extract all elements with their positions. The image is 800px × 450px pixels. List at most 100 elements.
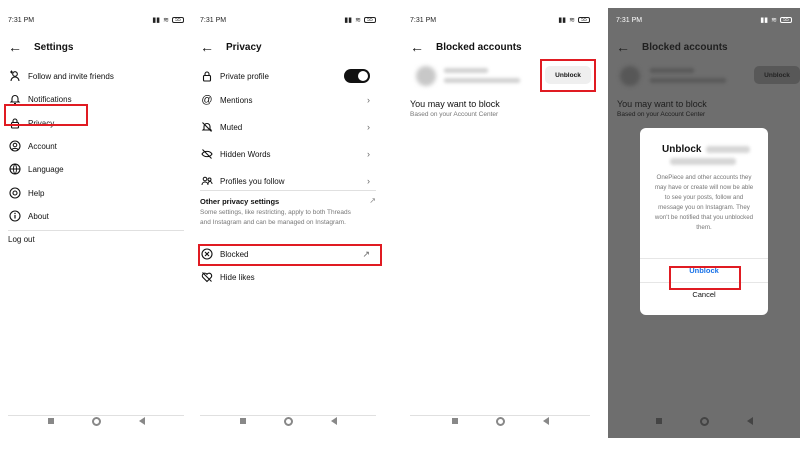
heart-off-icon — [200, 270, 214, 284]
menu-item-hidden-words[interactable]: Hidden Words › — [200, 144, 376, 164]
page-title: Blocked accounts — [642, 41, 728, 53]
home-icon[interactable] — [495, 416, 505, 426]
system-nav-bar — [0, 414, 192, 428]
menu-item-help[interactable]: Help — [8, 183, 184, 203]
status-time: 7:31 PM — [410, 16, 437, 24]
chevron-right-icon: › — [367, 122, 370, 132]
other-privacy-description: Some settings, like restricting, apply t… — [200, 209, 351, 226]
unblock-button[interactable]: Unblock — [754, 66, 800, 84]
signal-icon: ▮▮ — [760, 17, 769, 24]
help-icon — [8, 186, 22, 200]
status-bar: 7:31 PM ▮▮ ≋ 55 — [410, 14, 590, 26]
menu-label: Follow and invite friends — [28, 71, 114, 81]
menu-label: Language — [28, 164, 64, 174]
menu-item-muted[interactable]: Muted › — [200, 117, 376, 137]
menu-item-private-profile[interactable]: Private profile — [200, 66, 376, 86]
menu-label: Profiles you follow — [220, 176, 285, 186]
dialog-title: Unblock — [662, 144, 702, 155]
bell-off-icon — [200, 120, 214, 134]
system-nav-bar — [192, 414, 384, 428]
page-title: Blocked accounts — [436, 41, 522, 53]
menu-label: Muted — [220, 122, 243, 132]
home-icon[interactable] — [283, 416, 293, 426]
back-arrow-icon[interactable]: ← — [8, 39, 28, 55]
toggle-knob — [358, 71, 368, 81]
chevron-right-icon: › — [367, 149, 370, 159]
cancel-button[interactable]: Cancel — [640, 290, 768, 299]
logout-button[interactable]: Log out — [8, 229, 35, 249]
avatar — [620, 66, 640, 86]
back-arrow-icon[interactable]: ← — [410, 39, 430, 55]
status-time: 7:31 PM — [616, 16, 643, 24]
menu-label: Hidden Words — [220, 149, 271, 159]
page-title: Privacy — [226, 41, 262, 53]
blurred-name — [444, 78, 520, 83]
recents-icon[interactable] — [239, 418, 246, 424]
menu-label: Mentions — [220, 95, 253, 105]
status-bar: 7:31 PM ▮▮ ≋ 55 — [200, 14, 376, 26]
header: ← Privacy — [200, 35, 376, 59]
recents-icon[interactable] — [655, 418, 662, 424]
divider — [640, 258, 768, 259]
private-profile-toggle[interactable] — [344, 69, 370, 83]
home-icon[interactable] — [91, 416, 101, 426]
wifi-icon: ≋ — [355, 17, 361, 24]
info-icon — [8, 209, 22, 223]
menu-label: About — [28, 211, 49, 221]
page-title: Settings — [34, 41, 74, 53]
battery-icon: 55 — [364, 17, 376, 23]
wifi-icon: ≋ — [771, 17, 777, 24]
back-icon[interactable] — [138, 417, 145, 425]
settings-screen: 7:31 PM ▮▮ ≋ 55 ← Settings Follow and in… — [0, 8, 192, 438]
blurred-name — [650, 78, 726, 83]
wifi-icon: ≋ — [163, 17, 169, 24]
menu-label: Account — [28, 141, 57, 151]
menu-label: Help — [28, 188, 45, 198]
system-nav-bar — [402, 414, 598, 428]
eye-off-icon — [200, 147, 214, 161]
people-icon — [200, 174, 214, 188]
menu-label: Private profile — [220, 71, 269, 81]
menu-item-language[interactable]: Language — [8, 159, 184, 179]
blurred-name — [670, 158, 736, 165]
status-bar: 7:31 PM ▮▮ ≋ 55 — [8, 14, 184, 26]
divider — [200, 190, 376, 191]
recents-icon[interactable] — [47, 418, 54, 424]
external-link-icon[interactable]: ↗ — [369, 196, 376, 205]
highlight-unblock — [540, 59, 596, 92]
chevron-right-icon: › — [367, 95, 370, 105]
add-person-icon — [8, 69, 22, 83]
signal-icon: ▮▮ — [152, 17, 161, 24]
privacy-screen: 7:31 PM ▮▮ ≋ 55 ← Privacy Private profil… — [192, 8, 384, 438]
blurred-username — [650, 68, 694, 73]
highlight-privacy — [4, 104, 88, 126]
suggestion-title: You may want to block — [410, 99, 500, 109]
signal-icon: ▮▮ — [558, 17, 567, 24]
suggestion-subtitle: Based on your Account Center — [410, 111, 499, 118]
back-icon[interactable] — [330, 417, 337, 425]
menu-item-about[interactable]: About — [8, 206, 184, 226]
blocked-accounts-screen: 7:31 PM ▮▮ ≋ 55 ← Blocked accounts Unblo… — [402, 8, 598, 438]
back-icon[interactable] — [542, 417, 549, 425]
header: ← Blocked accounts — [616, 35, 792, 59]
home-icon[interactable] — [699, 416, 709, 426]
menu-item-profiles-you-follow[interactable]: Profiles you follow › — [200, 171, 376, 191]
status-time: 7:31 PM — [200, 16, 227, 24]
header: ← Settings — [8, 35, 184, 59]
system-nav-bar — [608, 414, 800, 428]
recents-icon[interactable] — [451, 418, 458, 424]
menu-label: Hide likes — [220, 272, 255, 282]
wifi-icon: ≋ — [569, 17, 575, 24]
suggestion-title: You may want to block — [617, 99, 707, 109]
back-arrow-icon[interactable]: ← — [200, 39, 220, 55]
battery-icon: 55 — [578, 17, 590, 23]
back-arrow-icon[interactable]: ← — [616, 39, 636, 55]
at-icon: @ — [201, 94, 213, 106]
menu-item-hide-likes[interactable]: Hide likes — [200, 267, 376, 287]
back-icon[interactable] — [746, 417, 753, 425]
menu-item-account[interactable]: Account — [8, 136, 184, 156]
menu-item-mentions[interactable]: @ Mentions › — [200, 90, 376, 110]
highlight-confirm-unblock — [669, 266, 741, 290]
account-icon — [8, 139, 22, 153]
menu-item-follow-invite[interactable]: Follow and invite friends — [8, 66, 184, 86]
